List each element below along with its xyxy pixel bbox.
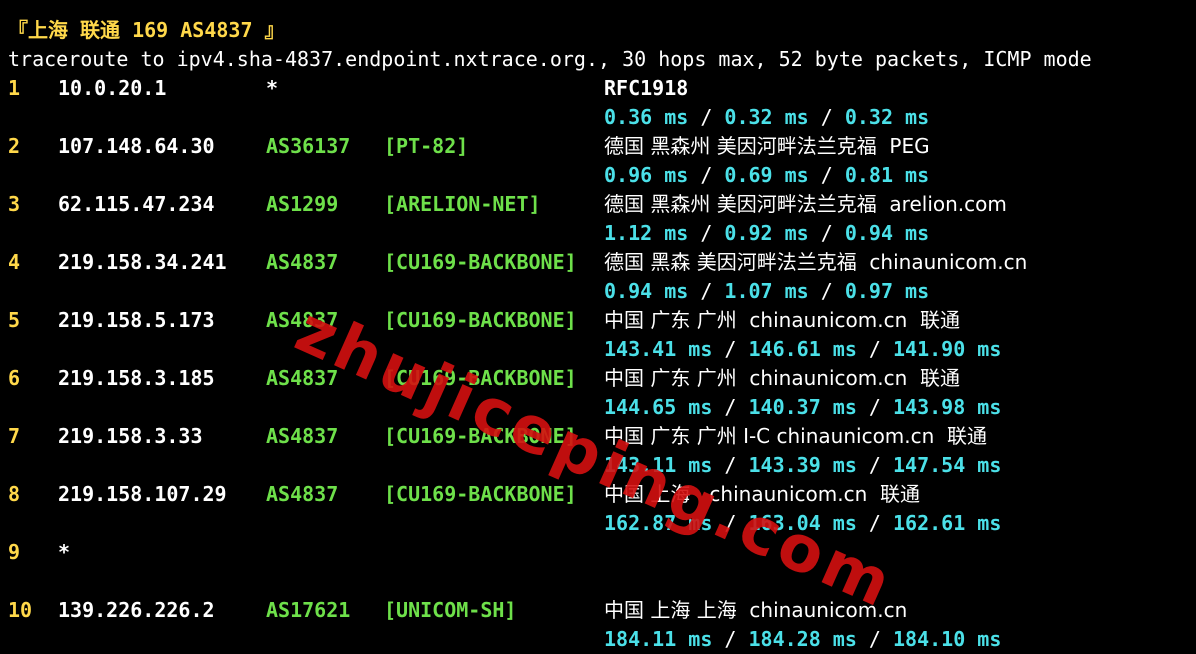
hop-rtt: 0.36 ms / 0.32 ms / 0.32 ms [604, 103, 929, 132]
terminal-window: 『上海 联通 169 AS4837 』 traceroute to ipv4.s… [0, 0, 1196, 651]
rtt-separator: / [688, 221, 725, 245]
rtt-value: 0.94 ms [844, 221, 930, 245]
rtt-value: 1.07 ms [724, 279, 809, 303]
hop-ip: 219.158.5.173 [58, 308, 215, 332]
rtt-value: 1.12 ms [604, 221, 689, 245]
hop-number: 2 [8, 134, 21, 158]
hop-asn: AS4837 [266, 482, 339, 506]
hop-rtt: 143.41 ms / 146.61 ms / 141.90 ms [604, 335, 1001, 364]
rtt-value: 143.41 ms [604, 337, 713, 361]
rtt-value: 144.65 ms [604, 395, 713, 419]
rtt-value: 0.32 ms [724, 105, 809, 129]
hop-asn: AS36137 [266, 134, 351, 158]
trace-title: 『上海 联通 169 AS4837 』 [8, 18, 285, 42]
hop-number: 5 [8, 308, 21, 332]
hop-asn: AS4837 [266, 424, 339, 448]
hop-asn: * [266, 76, 279, 100]
hop-ip: 219.158.107.29 [58, 482, 227, 506]
hop-rtt: 144.65 ms / 140.37 ms / 143.98 ms [604, 393, 1001, 422]
rtt-separator: / [688, 279, 725, 303]
rtt-value: 147.54 ms [893, 453, 1002, 477]
rtt-value: 140.37 ms [748, 395, 857, 419]
rtt-value: 0.81 ms [844, 163, 930, 187]
hop-ip: 219.158.34.241 [58, 250, 227, 274]
hop-ip: * [58, 540, 71, 564]
hop-geo: 德国 黑森 美因河畔法兰克福 chinaunicom.cn [604, 250, 1028, 274]
hop-geo: 德国 黑森州 美因河畔法兰克福 arelion.com [604, 192, 1007, 216]
hop-asn: AS17621 [266, 598, 351, 622]
hop-number: 10 [8, 598, 33, 622]
rtt-separator: / [712, 395, 749, 419]
rtt-separator: / [856, 453, 893, 477]
hop-ip: 219.158.3.185 [58, 366, 215, 390]
rtt-separator: / [688, 105, 725, 129]
hop-rtt: 1.12 ms / 0.92 ms / 0.94 ms [604, 219, 929, 248]
rtt-separator: / [856, 627, 893, 651]
hop-number: 8 [8, 482, 21, 506]
rtt-separator: / [856, 337, 893, 361]
hop-netname: [UNICOM-SH] [384, 598, 517, 622]
rtt-separator: / [808, 163, 845, 187]
hop-netname: [PT-82] [384, 134, 469, 158]
hop-number: 7 [8, 424, 21, 448]
hop-rtt: 0.96 ms / 0.69 ms / 0.81 ms [604, 161, 929, 190]
hop-asn: AS1299 [266, 192, 339, 216]
rtt-separator: / [712, 337, 749, 361]
hop-ip: 139.226.226.2 [58, 598, 215, 622]
rtt-value: 0.96 ms [604, 163, 689, 187]
rtt-value: 146.61 ms [748, 337, 857, 361]
hop-netname: [ARELION-NET] [384, 192, 541, 216]
rtt-separator: / [688, 163, 725, 187]
rtt-separator: / [808, 105, 845, 129]
rtt-value: 184.28 ms [748, 627, 857, 651]
hop-geo: 德国 黑森州 美因河畔法兰克福 PEG [604, 134, 930, 158]
hop-geo: RFC1918 [604, 76, 689, 100]
rtt-value: 184.10 ms [893, 627, 1002, 651]
rtt-value: 141.90 ms [893, 337, 1002, 361]
rtt-value: 143.98 ms [893, 395, 1002, 419]
hop-number: 6 [8, 366, 21, 390]
hop-ip: 219.158.3.33 [58, 424, 203, 448]
rtt-value: 0.94 ms [604, 279, 689, 303]
hop-ip: 10.0.20.1 [58, 76, 167, 100]
rtt-separator: / [808, 279, 845, 303]
rtt-value: 184.11 ms [604, 627, 713, 651]
hop-netname: [CU169-BACKBONE] [384, 482, 577, 506]
hop-geo: 中国 广东 广州 chinaunicom.cn 联通 [604, 308, 960, 332]
rtt-value: 162.61 ms [893, 511, 1002, 535]
rtt-value: 143.39 ms [748, 453, 857, 477]
rtt-separator: / [808, 221, 845, 245]
rtt-value: 0.97 ms [844, 279, 930, 303]
hop-ip: 62.115.47.234 [58, 192, 215, 216]
hop-number: 1 [8, 76, 21, 100]
rtt-value: 0.69 ms [724, 163, 809, 187]
hop-rtt: 0.94 ms / 1.07 ms / 0.97 ms [604, 277, 929, 306]
hop-number: 9 [8, 540, 21, 564]
rtt-value: 0.32 ms [844, 105, 930, 129]
hop-netname: [CU169-BACKBONE] [384, 308, 577, 332]
hop-rtt: 184.11 ms / 184.28 ms / 184.10 ms [604, 625, 1001, 654]
rtt-separator: / [856, 395, 893, 419]
rtt-value: 0.36 ms [604, 105, 689, 129]
rtt-value: 0.92 ms [724, 221, 809, 245]
hop-netname: [CU169-BACKBONE] [384, 250, 577, 274]
rtt-separator: / [856, 511, 893, 535]
traceroute-command: traceroute to ipv4.sha-4837.endpoint.nxt… [8, 47, 1092, 71]
hop-number: 3 [8, 192, 21, 216]
hop-ip: 107.148.64.30 [58, 134, 215, 158]
rtt-separator: / [712, 627, 749, 651]
hop-asn: AS4837 [266, 250, 339, 274]
hop-number: 4 [8, 250, 21, 274]
hop-geo: 中国 广东 广州 chinaunicom.cn 联通 [604, 366, 960, 390]
